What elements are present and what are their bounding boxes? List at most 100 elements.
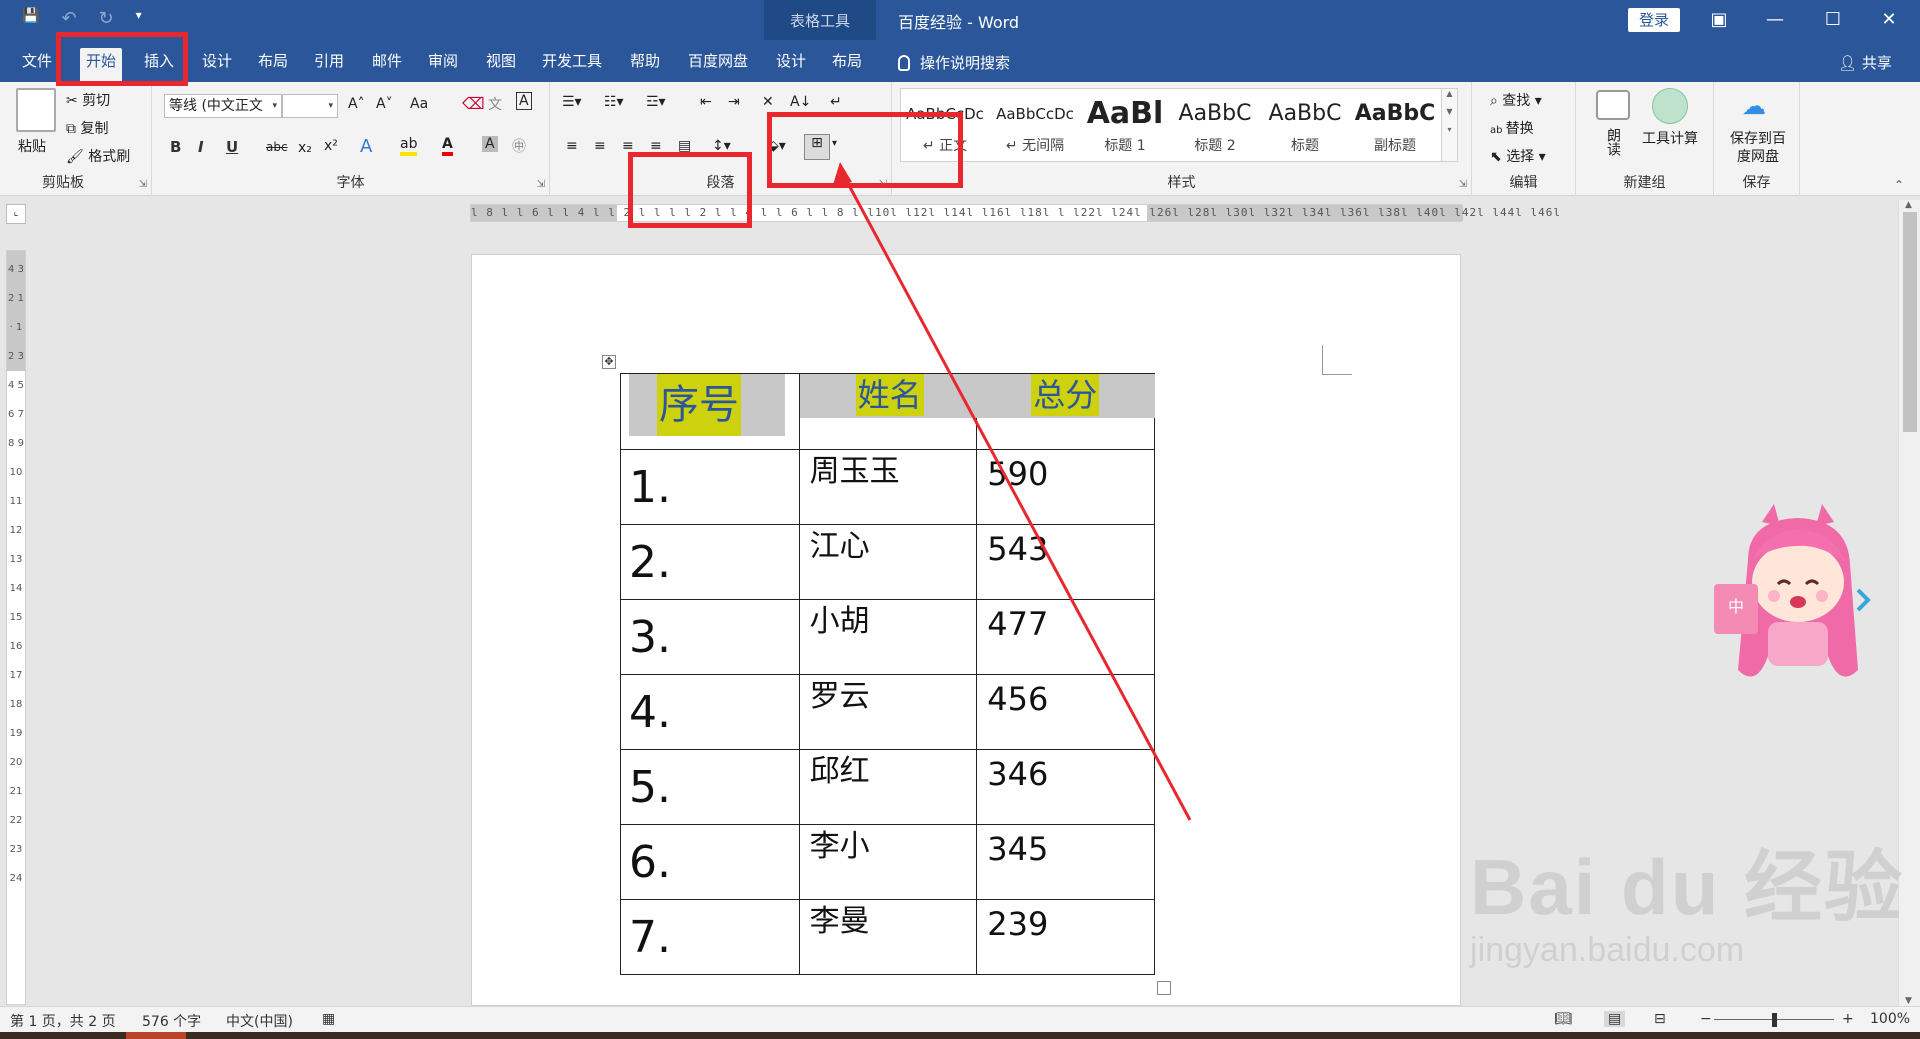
show-marks-icon[interactable]: ↵ xyxy=(830,94,842,110)
share-button[interactable]: 👤︎ 共享 xyxy=(1838,52,1892,73)
scroll-up-icon[interactable]: ▲ xyxy=(1905,200,1912,210)
align-left-icon[interactable]: ≡ xyxy=(566,138,578,154)
style-heading-2[interactable]: AaBbC 标题 2 xyxy=(1171,95,1259,159)
tab-developer[interactable]: 开发工具 xyxy=(536,48,608,82)
minimize-button[interactable]: — xyxy=(1760,6,1790,34)
tool-calc-icon[interactable] xyxy=(1652,88,1688,124)
tell-me-search[interactable]: 操作说明搜索 xyxy=(898,52,1010,73)
tab-review[interactable]: 审阅 xyxy=(422,48,464,82)
subscript-button[interactable]: x₂ xyxy=(298,140,312,156)
table-cell[interactable]: 李曼 xyxy=(798,899,978,975)
close-button[interactable]: ✕ xyxy=(1874,6,1904,34)
tab-baidu-netdisk[interactable]: 百度网盘 xyxy=(682,48,754,82)
word-count[interactable]: 576 个字 xyxy=(142,1011,201,1031)
table-cell[interactable]: 李小 xyxy=(798,824,978,900)
cut-button[interactable]: ✂ 剪切 xyxy=(66,90,110,110)
undo-icon[interactable]: ↶ xyxy=(61,8,76,29)
text-effects-icon[interactable]: A xyxy=(360,136,372,157)
zoom-out-button[interactable]: − xyxy=(1700,1011,1712,1027)
increase-indent-icon[interactable]: ⇥ xyxy=(728,94,740,110)
table-cell[interactable]: 罗云 xyxy=(798,674,978,750)
print-layout-icon[interactable]: ▤ xyxy=(1604,1011,1626,1027)
table-cell[interactable]: 456 xyxy=(976,674,1155,750)
tab-layout[interactable]: 布局 xyxy=(252,48,294,82)
style-no-spacing[interactable]: AaBbCcDc ↵ 无间隔 xyxy=(991,95,1079,159)
save-icon[interactable]: 💾 xyxy=(22,8,39,29)
style-title[interactable]: AaBbC 标题 xyxy=(1261,95,1349,159)
table-move-handle[interactable]: ✥ xyxy=(602,355,616,369)
tab-table-design[interactable]: 设计 xyxy=(770,48,812,82)
superscript-button[interactable]: x² xyxy=(324,138,338,154)
numbering-icon[interactable]: ☷▾ xyxy=(604,94,624,110)
table-resize-handle[interactable] xyxy=(1157,981,1171,995)
bullets-icon[interactable]: ☰▾ xyxy=(562,94,582,110)
maximize-button[interactable]: ☐ xyxy=(1818,6,1848,34)
table-cell[interactable]: 7. xyxy=(620,899,800,975)
font-name-combo[interactable]: 等线 (中文正文 ▾ xyxy=(164,94,282,118)
shrink-font-button[interactable]: A˅ xyxy=(376,96,393,112)
header-cell[interactable]: 序号 xyxy=(620,373,800,450)
tab-design[interactable]: 设计 xyxy=(196,48,238,82)
vertical-ruler[interactable]: 4 3 2 1 · 1 2 3 4 5 6 7 8 9 10 11 12 13 … xyxy=(6,250,26,1005)
enclose-char-icon[interactable]: ㊥ xyxy=(512,136,526,156)
scroll-down-icon[interactable]: ▼ xyxy=(1905,996,1912,1006)
style-heading-1[interactable]: AaBl 标题 1 xyxy=(1081,95,1169,159)
align-center-icon[interactable]: ≡ xyxy=(594,138,606,154)
italic-button[interactable]: I xyxy=(198,138,204,156)
table-cell[interactable]: 6. xyxy=(620,824,800,900)
strikethrough-button[interactable]: abc xyxy=(266,140,288,154)
table-cell[interactable]: 346 xyxy=(976,749,1155,825)
paste-button[interactable]: 粘贴 xyxy=(18,136,46,156)
table-cell[interactable]: 3. xyxy=(620,599,800,675)
tab-mailings[interactable]: 邮件 xyxy=(366,48,408,82)
table-cell[interactable]: 周玉玉 xyxy=(798,449,978,525)
tab-table-layout[interactable]: 布局 xyxy=(826,48,868,82)
dialog-launcher-icon[interactable]: ⇲ xyxy=(139,179,147,190)
paste-icon[interactable] xyxy=(16,88,56,132)
char-shading-icon[interactable]: A xyxy=(482,136,498,152)
redo-icon[interactable]: ↻ xyxy=(99,8,114,29)
table-cell[interactable]: 小胡 xyxy=(798,599,978,675)
zoom-level[interactable]: 100% xyxy=(1870,1011,1910,1027)
format-painter-button[interactable]: 🖌︎ 格式刷 xyxy=(66,146,130,166)
ribbon-display-icon[interactable]: ▣ xyxy=(1704,6,1734,34)
gallery-scroll[interactable]: ▲ ▼ ▾ xyxy=(1441,89,1457,161)
table-cell[interactable]: 江心 xyxy=(798,524,978,600)
tab-selector[interactable]: ⌞ xyxy=(6,204,26,224)
select-button[interactable]: ⬉ 选择 ▾ xyxy=(1490,146,1546,166)
tab-file[interactable]: 文件 xyxy=(16,48,58,82)
web-layout-icon[interactable]: ⊟ xyxy=(1654,1011,1666,1027)
table-cell[interactable]: 345 xyxy=(976,824,1155,900)
mascot-illustration[interactable]: 中 xyxy=(1708,500,1888,700)
char-border-icon[interactable]: A xyxy=(516,92,532,110)
clear-format-icon[interactable]: ⌫ xyxy=(462,94,485,113)
bold-button[interactable]: B xyxy=(170,138,181,156)
font-size-combo[interactable]: ▾ xyxy=(282,94,338,118)
scroll-thumb[interactable] xyxy=(1903,212,1917,432)
read-aloud-icon[interactable] xyxy=(1596,90,1630,120)
highlight-icon[interactable]: ab xyxy=(400,136,418,156)
chinese-layout-icon[interactable]: ✕ xyxy=(762,94,774,110)
table-cell[interactable]: 477 xyxy=(976,599,1155,675)
change-case-button[interactable]: Aa xyxy=(410,96,428,112)
table-cell[interactable]: 1. xyxy=(620,449,800,525)
page-count[interactable]: 第 1 页，共 2 页 xyxy=(10,1011,116,1031)
table-cell[interactable]: 239 xyxy=(976,899,1155,975)
login-button[interactable]: 登录 xyxy=(1628,8,1680,32)
header-cell[interactable]: 姓名 xyxy=(798,373,978,450)
dialog-launcher-icon[interactable]: ⇲ xyxy=(1459,179,1467,190)
replace-button[interactable]: ab 替换 xyxy=(1490,118,1534,138)
table-cell[interactable]: 5. xyxy=(620,749,800,825)
read-aloud-button[interactable]: 朗读 xyxy=(1604,128,1622,156)
zoom-in-button[interactable]: + xyxy=(1842,1011,1854,1027)
copy-button[interactable]: ⧉ 复制 xyxy=(66,118,108,138)
score-table[interactable]: 序号 姓名 总分 1. 周玉玉 590 2. 江心 543 3. 小胡 477 … xyxy=(620,373,1156,975)
font-color-icon[interactable]: A xyxy=(442,136,453,156)
style-subtitle[interactable]: AaBbC 副标题 xyxy=(1351,95,1439,159)
multilevel-list-icon[interactable]: ☲▾ xyxy=(646,94,666,110)
tab-references[interactable]: 引用 xyxy=(308,48,350,82)
underline-button[interactable]: U xyxy=(226,138,238,156)
grow-font-button[interactable]: A˄ xyxy=(348,96,365,112)
table-cell[interactable]: 2. xyxy=(620,524,800,600)
collapse-ribbon-icon[interactable]: ⌃ xyxy=(1894,178,1904,192)
